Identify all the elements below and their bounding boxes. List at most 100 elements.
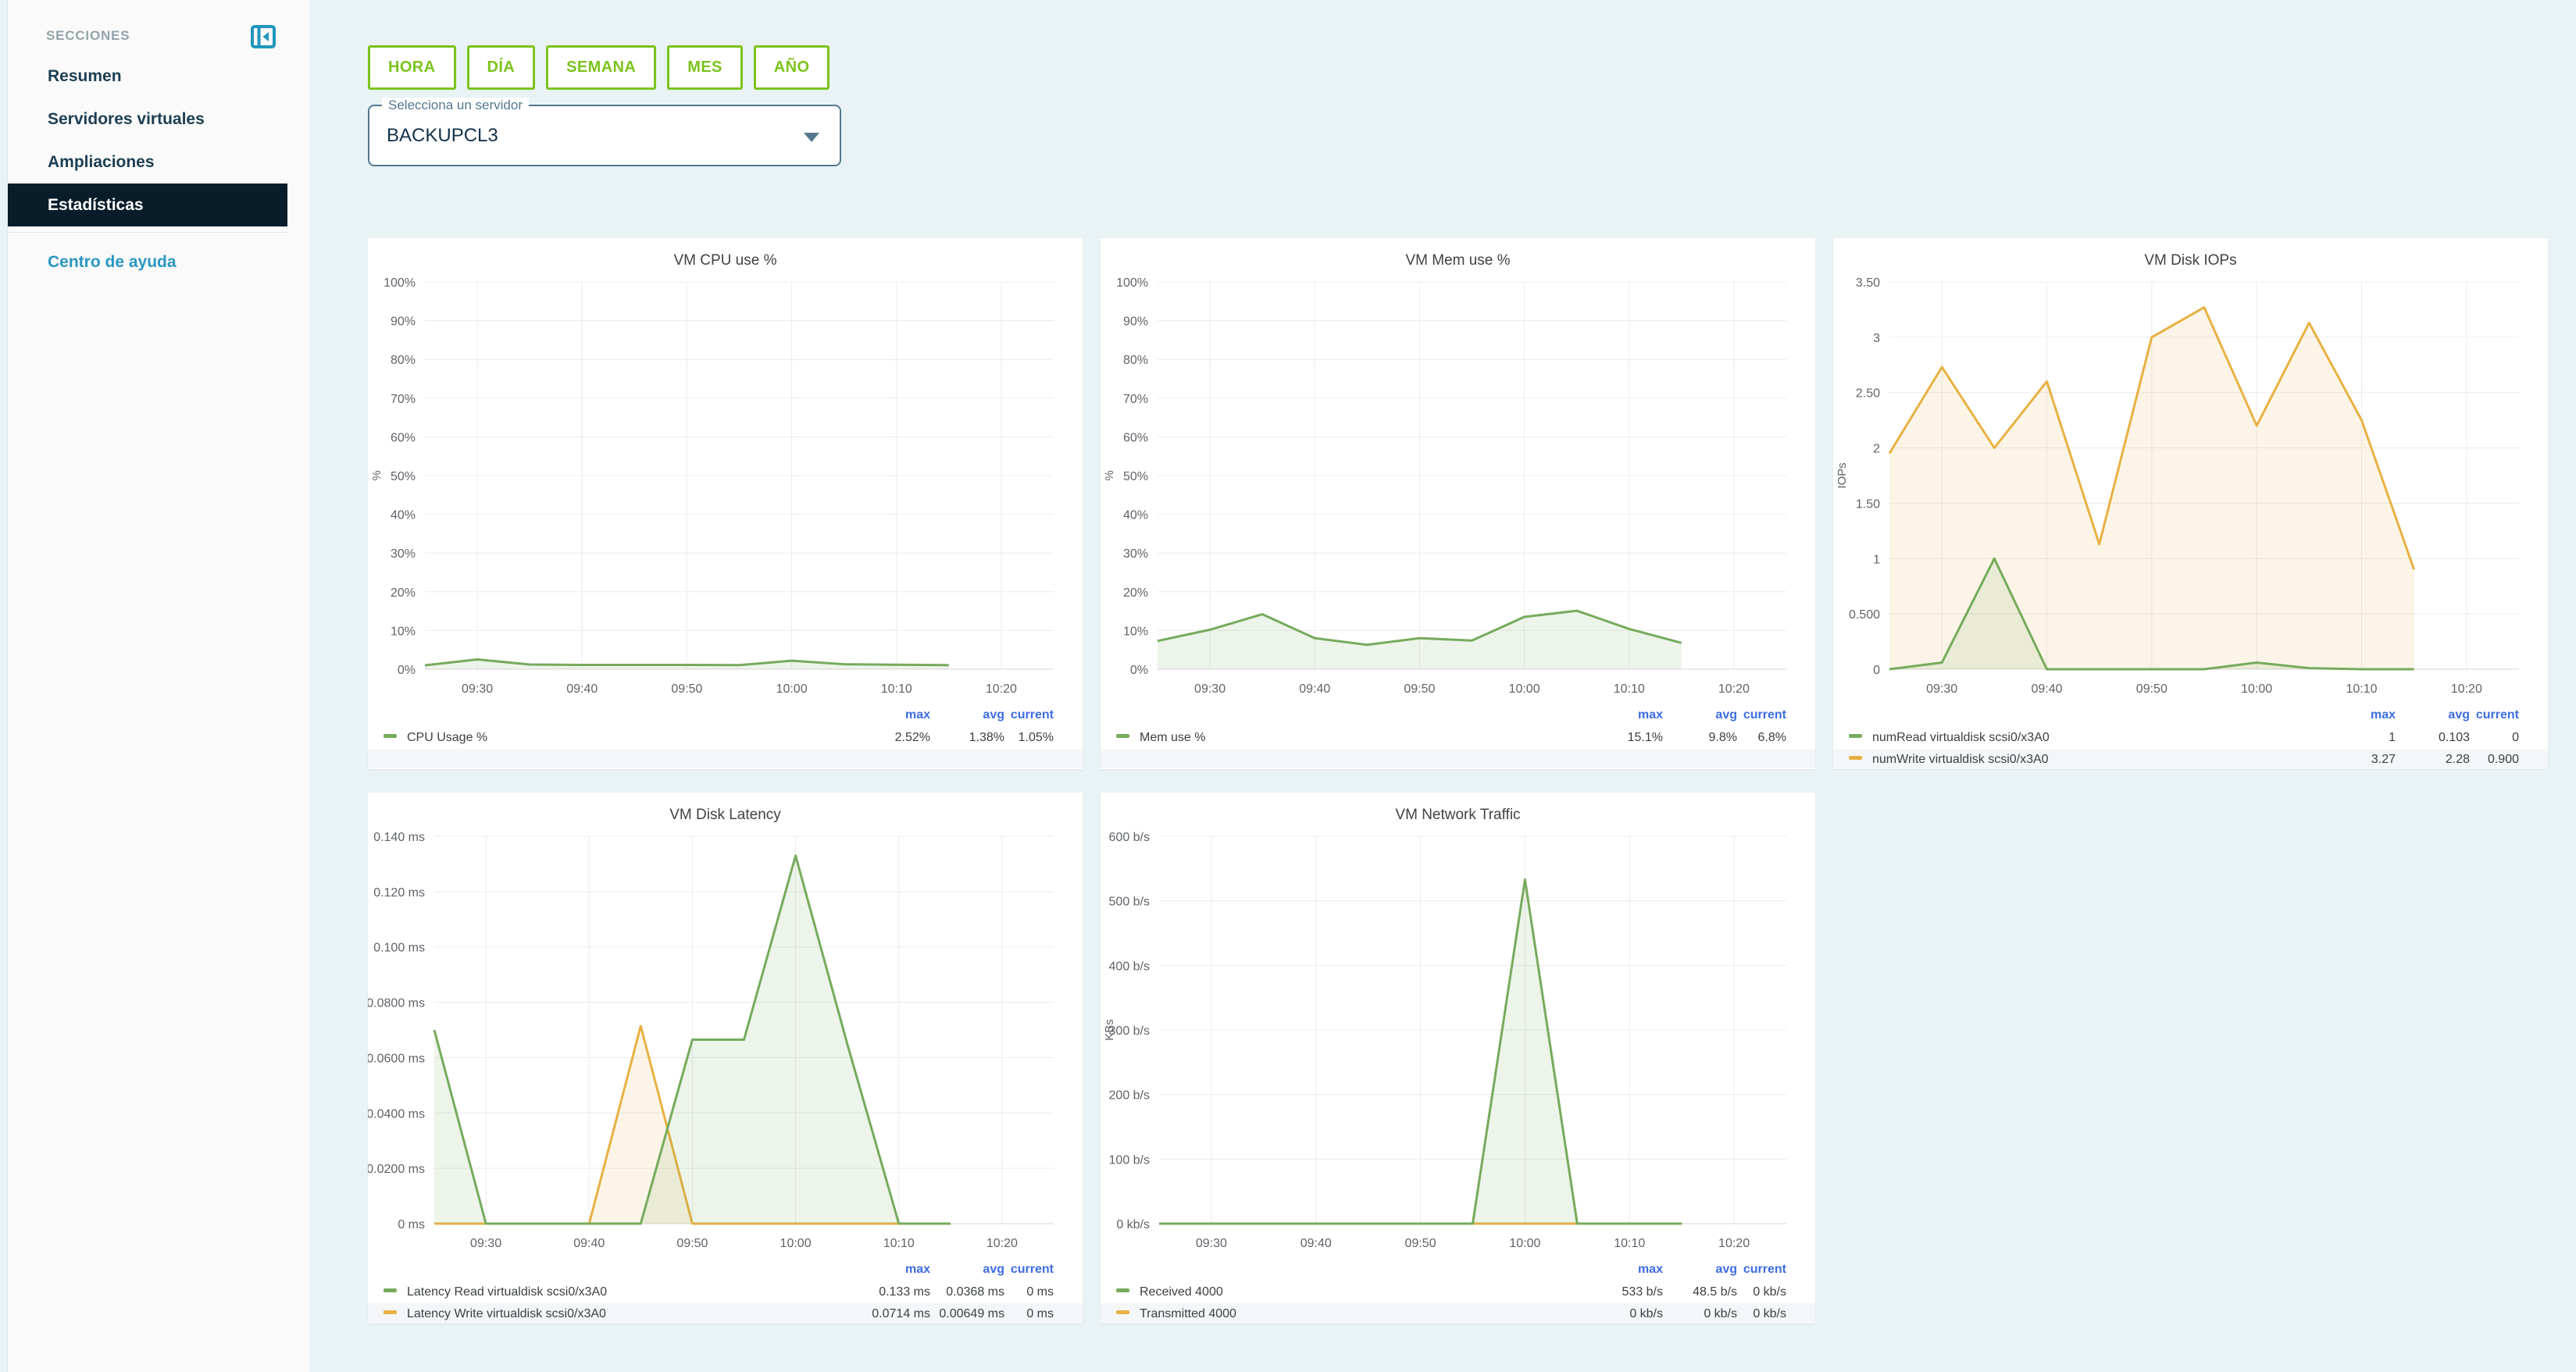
chart-legend: max avg current Mem use % 15.1% 9.8% 6.8%: [1101, 704, 1815, 768]
svg-text:09:30: 09:30: [470, 1237, 501, 1250]
svg-text:20%: 20%: [1123, 586, 1148, 600]
chevron-down-icon: [804, 133, 819, 142]
svg-text:70%: 70%: [391, 393, 416, 406]
charts-grid: VM CPU use % 09:30 09:40 09:50 10:00 10:10 10:…: [368, 238, 2576, 1324]
legend-value-max: 0.133 ms: [879, 1285, 930, 1299]
svg-text:10:00: 10:00: [2241, 682, 2272, 696]
legend-value-current: 0.900: [2487, 753, 2519, 766]
svg-text:%: %: [1103, 470, 1116, 480]
legend-series-marker-icon: [384, 1288, 397, 1292]
svg-text:1: 1: [1873, 553, 1880, 566]
svg-text:10:10: 10:10: [1614, 682, 1645, 696]
chart-legend: max avg current numRead virtualdisk scsi0/x…: [1833, 704, 2548, 769]
svg-text:100%: 100%: [384, 276, 416, 290]
legend-header-spacer: [1101, 1258, 1589, 1281]
svg-text:0.100 ms: 0.100 ms: [373, 942, 425, 955]
svg-text:0%: 0%: [398, 664, 416, 677]
legend-header-current[interactable]: current: [2470, 704, 2548, 727]
legend-header-max[interactable]: max: [1589, 1258, 1663, 1281]
legend-header-avg[interactable]: avg: [1663, 704, 1737, 727]
svg-text:10:00: 10:00: [780, 1237, 812, 1250]
time-range-button-mes[interactable]: MES: [667, 45, 743, 90]
legend-header-max[interactable]: max: [2321, 704, 2396, 727]
svg-text:400 b/s: 400 b/s: [1109, 960, 1150, 973]
svg-text:60%: 60%: [1123, 431, 1148, 444]
svg-text:10:20: 10:20: [986, 682, 1017, 696]
chart-card-vm-disk-latency: VM Disk Latency 09:30 09:40 09:50 10:00 10:10…: [368, 793, 1083, 1324]
svg-text:KBs: KBs: [1103, 1019, 1116, 1041]
server-select[interactable]: Selecciona un servidor BACKUPCL3: [368, 98, 841, 166]
legend-value-avg: 1.38%: [969, 731, 1004, 744]
legend-header-row: max avg current: [368, 704, 1083, 727]
svg-text:%: %: [370, 470, 384, 480]
legend-header-current[interactable]: current: [1737, 1258, 1815, 1281]
time-range-button-semana[interactable]: SEMANA: [546, 45, 657, 90]
svg-text:10:20: 10:20: [2451, 682, 2482, 696]
svg-text:100 b/s: 100 b/s: [1109, 1153, 1150, 1167]
sidebar-item-estadisticas[interactable]: Estadísticas: [8, 184, 287, 226]
svg-text:09:50: 09:50: [1404, 682, 1435, 696]
sidebar-item-help[interactable]: Centro de ayuda: [8, 243, 309, 282]
legend-header-current[interactable]: current: [1004, 1258, 1083, 1281]
legend-value-current: 0: [2512, 731, 2519, 744]
time-range-button-ano[interactable]: AÑO: [753, 45, 830, 90]
chart-title: VM Disk IOPs: [2144, 252, 2237, 269]
svg-text:3.50: 3.50: [1856, 276, 1880, 290]
svg-text:10:20: 10:20: [987, 1237, 1018, 1250]
legend-row-transmitted-4000: Transmitted 4000 0 kb/s 0 kb/s 0 kb/s: [1101, 1303, 1815, 1324]
svg-text:100%: 100%: [1116, 276, 1148, 290]
legend-header-avg[interactable]: avg: [930, 704, 1004, 727]
chart-plot: 09:30 09:40 09:50 10:00 10:10 10:20 0% 10% 20% 30…: [1103, 276, 1786, 696]
svg-text:09:30: 09:30: [1926, 682, 1957, 696]
svg-text:10:00: 10:00: [1509, 1237, 1540, 1250]
legend-header-max[interactable]: max: [856, 704, 930, 727]
legend-value-avg: 0 kb/s: [1704, 1307, 1737, 1320]
legend-series-marker-icon: [1116, 1310, 1129, 1314]
svg-text:10:00: 10:00: [776, 682, 808, 696]
time-range-button-hora[interactable]: HORA: [368, 45, 456, 90]
legend-value-avg: 9.8%: [1708, 731, 1737, 744]
sidebar-item-servidores-virtuales[interactable]: Servidores virtuales: [8, 98, 309, 141]
legend-value-current: 1.05%: [1018, 731, 1054, 744]
svg-text:10%: 10%: [1123, 625, 1148, 638]
chart-plot: 09:30 09:40 09:50 10:00 10:10 10:20 0 0.500 1 1.5…: [1836, 276, 2519, 696]
legend-empty-stripe: [368, 749, 1083, 768]
legend-series-name: Transmitted 4000: [1101, 1303, 1589, 1324]
legend-header-current[interactable]: current: [1004, 704, 1083, 727]
svg-text:09:30: 09:30: [1196, 1237, 1227, 1250]
sidebar-item-ampliaciones[interactable]: Ampliaciones: [8, 141, 309, 184]
svg-text:90%: 90%: [391, 315, 416, 329]
sidebar-item-resumen[interactable]: Resumen: [8, 55, 309, 98]
svg-text:2.50: 2.50: [1856, 387, 1880, 401]
svg-text:09:40: 09:40: [566, 682, 598, 696]
sidebar-header: SECCIONES: [8, 0, 309, 55]
server-select-value: BACKUPCL3: [387, 125, 498, 146]
legend-value-current: 0 ms: [1026, 1307, 1054, 1320]
legend-header-avg[interactable]: avg: [1663, 1258, 1737, 1281]
svg-text:60%: 60%: [391, 431, 416, 444]
legend-header-row: max avg current: [1101, 704, 1815, 727]
legend-series-marker-icon: [1116, 1288, 1129, 1292]
legend-value-avg: 0.00649 ms: [939, 1307, 1004, 1320]
legend-header-avg[interactable]: avg: [930, 1258, 1004, 1281]
legend-header-spacer: [368, 704, 856, 727]
legend-header-max[interactable]: max: [856, 1258, 930, 1281]
legend-value-avg: 2.28: [2445, 753, 2470, 766]
svg-text:0.0800 ms: 0.0800 ms: [368, 997, 425, 1010]
legend-value-max: 2.52%: [894, 731, 930, 744]
legend-series-marker-icon: [1116, 734, 1129, 738]
time-range-button-dia[interactable]: DÍA: [466, 45, 536, 90]
legend-empty-stripe: [1101, 749, 1815, 768]
svg-text:2: 2: [1873, 443, 1880, 456]
legend-series-name: Latency Read virtualdisk scsi0/x3A0: [368, 1281, 856, 1303]
svg-text:09:50: 09:50: [1405, 1237, 1436, 1250]
svg-text:10:10: 10:10: [881, 682, 912, 696]
svg-text:40%: 40%: [1123, 509, 1148, 522]
svg-text:0%: 0%: [1130, 664, 1148, 677]
legend-header-avg[interactable]: avg: [2396, 704, 2470, 727]
legend-header-max[interactable]: max: [1589, 704, 1663, 727]
legend-row-latency-write-virtualdisk-scsi0-x3a0: Latency Write virtualdisk scsi0/x3A0 0.07…: [368, 1303, 1083, 1324]
collapse-sidebar-icon[interactable]: [250, 23, 277, 50]
legend-header-current[interactable]: current: [1737, 704, 1815, 727]
svg-text:10%: 10%: [391, 625, 416, 638]
